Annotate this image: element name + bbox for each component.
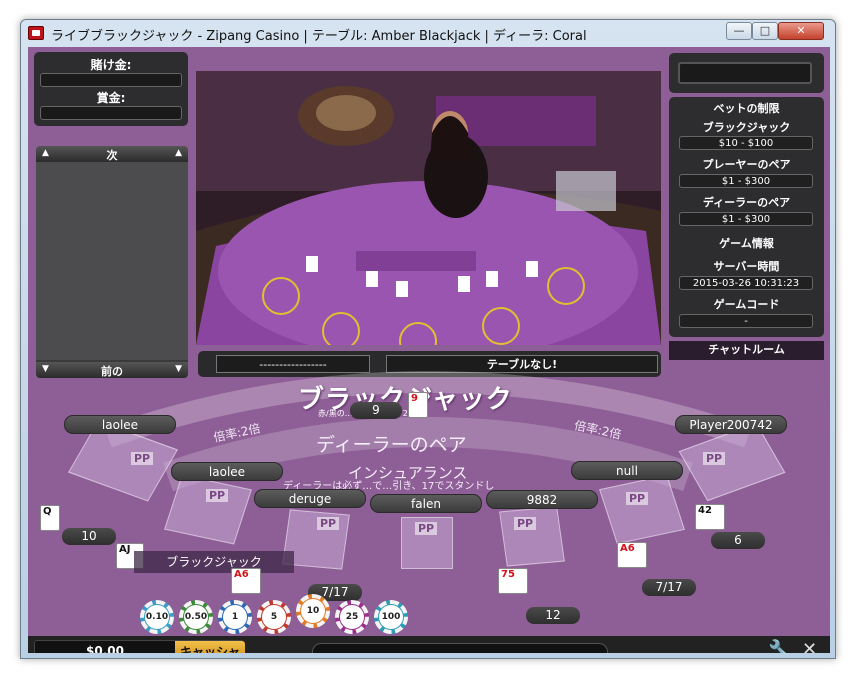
seat-7-score: 6 [711, 532, 765, 549]
close-button[interactable]: ✕ [778, 22, 824, 40]
game-area: 賭け金: 賞金: ▲ 次 ▲ ▼ 前の ▼ ----------------- … [28, 47, 830, 653]
up-arrow-icon: ▲ [175, 148, 182, 158]
top-right-field [678, 62, 812, 84]
bet-limits-title: ベットの制限 [713, 102, 780, 115]
chip-1[interactable]: 1 [218, 600, 252, 634]
bottom-bar: $0.00 キャッシャー 🔧 ✕ [28, 636, 830, 653]
seat-3-card: A6 [231, 568, 261, 594]
window-title: ライブブラックジャック - Zipang Casino | テーブル: Ambe… [51, 29, 587, 44]
server-time-label: サーバー時間 [713, 260, 780, 273]
pp-tag: PP [626, 492, 649, 505]
pp-tag: PP [206, 489, 229, 502]
dealer-card: 9 [408, 392, 428, 418]
balance-box: $0.00 キャッシャー [34, 640, 245, 653]
seat-5-player-name[interactable]: 9882 [486, 490, 598, 509]
app-window: ライブブラックジャック - Zipang Casino | テーブル: Ambe… [20, 19, 836, 659]
seat-5-score: 12 [526, 607, 580, 624]
chip-5[interactable]: 5 [257, 600, 291, 634]
next-button[interactable]: ▲ 次 ▲ [36, 146, 188, 162]
bet-box-seat-5[interactable] [499, 506, 565, 567]
chip-100[interactable]: 100 [374, 600, 408, 634]
game-code-label: ゲームコード [713, 298, 780, 311]
title-bar[interactable]: ライブブラックジャック - Zipang Casino | テーブル: Ambe… [21, 20, 835, 46]
close-icon[interactable]: ✕ [802, 639, 817, 653]
chip-0-50[interactable]: 0.50 [179, 600, 213, 634]
chip-label: 0.10 [145, 605, 169, 629]
balance-value: $0.00 [86, 644, 124, 653]
status-field [312, 643, 608, 653]
pp-tag: PP [703, 452, 726, 465]
info-panel: ベットの制限 ブラックジャック $10 - $100 プレーヤーのペア $1 -… [669, 97, 824, 337]
pp-tag: PP [131, 452, 154, 465]
dealer-pair-value: $1 - $300 [679, 212, 813, 226]
seat-6-player-name[interactable]: null [571, 461, 683, 480]
chip-label: 25 [340, 605, 364, 629]
blackjack-limit-label: ブラックジャック [702, 121, 791, 134]
chat-room-button[interactable]: チャットルーム [669, 341, 824, 360]
chip-10[interactable]: 10 [296, 594, 330, 628]
game-code-value: - [679, 314, 813, 328]
blackjack-limit-value: $10 - $100 [679, 136, 813, 150]
bet-value [40, 73, 182, 87]
chip-label: 100 [379, 605, 403, 629]
dealer-pair-label: ディーラーのペア [702, 196, 791, 209]
pp-tag: PP [514, 517, 537, 530]
seat-3-player-name[interactable]: deruge [254, 489, 366, 508]
blackjack-banner: ブラックジャック [134, 551, 294, 573]
app-icon [28, 26, 44, 40]
chip-label: 5 [262, 605, 286, 629]
chip-label: 1 [223, 605, 247, 629]
top-right-panel [669, 53, 824, 93]
live-video [196, 71, 661, 345]
minimize-button[interactable]: — [726, 22, 752, 40]
seat-2-player-name[interactable]: laolee [171, 462, 283, 481]
chip-0-10[interactable]: 0.10 [140, 600, 174, 634]
cashier-button[interactable]: キャッシャー [175, 641, 245, 653]
seat-1-player-name[interactable]: laolee [64, 415, 176, 434]
prize-label: 賞金: [96, 91, 126, 105]
history-panel: ▲ 次 ▲ ▼ 前の ▼ [36, 146, 188, 378]
player-pair-value: $1 - $300 [679, 174, 813, 188]
wrench-icon[interactable]: 🔧 [768, 638, 793, 653]
seat-1-card: Q [40, 505, 60, 531]
next-label: 次 [106, 149, 118, 162]
server-time-value: 2015-03-26 10:31:23 [679, 276, 813, 290]
bet-prize-panel: 賭け金: 賞金: [34, 52, 188, 126]
chip-25[interactable]: 25 [335, 600, 369, 634]
pp-tag: PP [415, 522, 438, 535]
chip-label: 0.50 [184, 605, 208, 629]
seat-7-player-name[interactable]: Player200742 [675, 415, 787, 434]
dealer-video-frame [196, 71, 661, 345]
chip-label: 10 [301, 599, 325, 623]
seat-6-card: A6 [617, 542, 647, 568]
seat-5-card: 75 [498, 568, 528, 594]
dealer-score: 9 [350, 402, 402, 419]
pp-tag: PP [317, 517, 340, 530]
seat-6-score: 7/17 [642, 579, 696, 596]
history-list [36, 162, 188, 360]
game-info-title: ゲーム情報 [719, 237, 774, 250]
dealer-pair-text: ディーラーのペア [316, 434, 467, 456]
bet-label: 賭け金: [90, 58, 132, 72]
prize-value [40, 106, 182, 120]
player-pair-label: プレーヤーのペア [702, 158, 791, 171]
seat-7-card: 42 [695, 504, 725, 530]
seat-1-score: 10 [62, 528, 116, 545]
maximize-button[interactable]: □ [752, 22, 778, 40]
seat-4-player-name[interactable]: falen [370, 494, 482, 513]
